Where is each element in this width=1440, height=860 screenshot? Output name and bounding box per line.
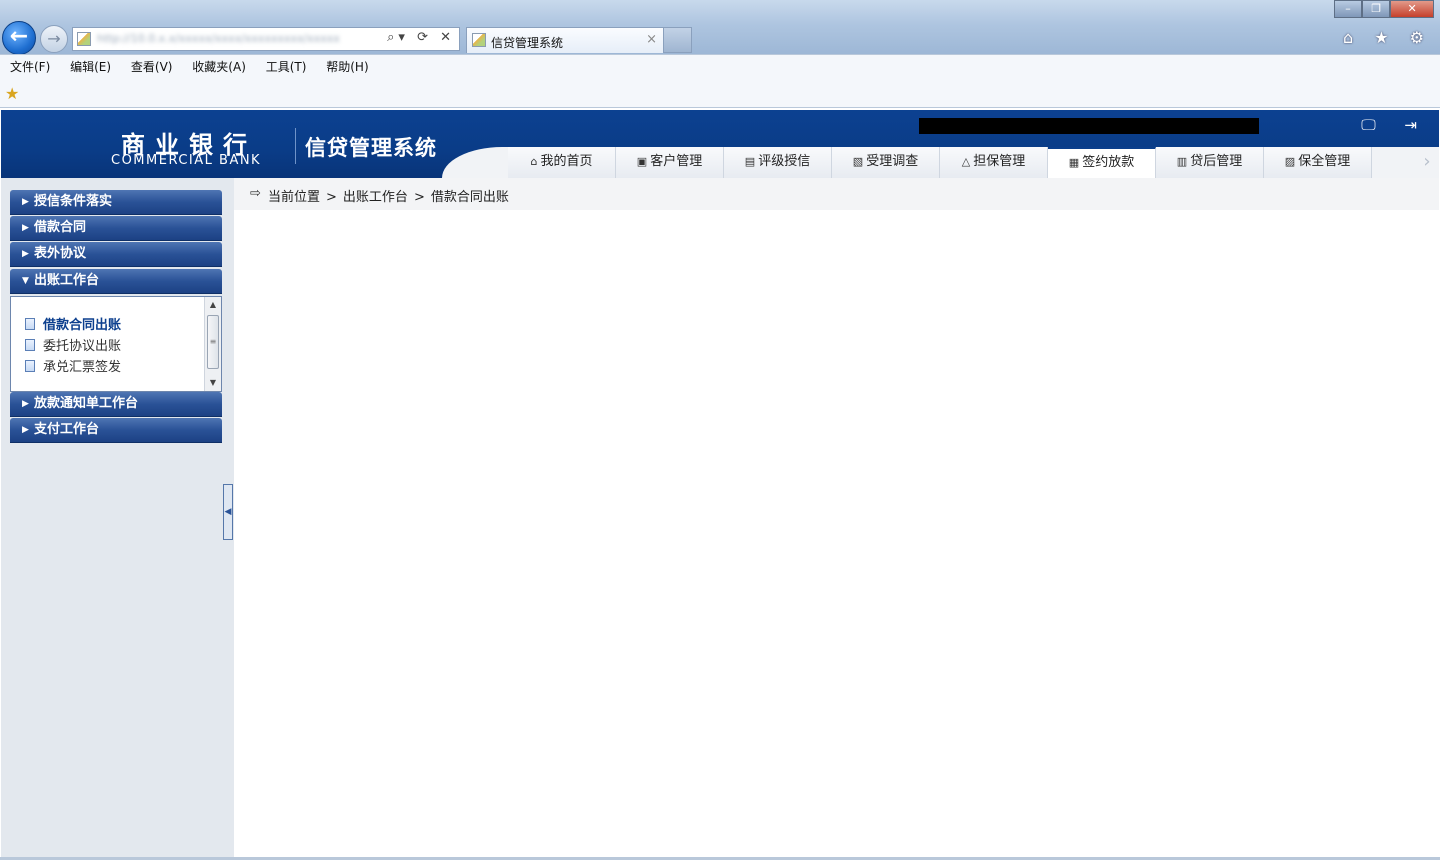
- browser-menubar: 文件(F) 编辑(E) 查看(V) 收藏夹(A) 工具(T) 帮助(H): [0, 54, 1440, 81]
- menu-favorites[interactable]: 收藏夹(A): [192, 55, 246, 80]
- rating-icon: ▤: [744, 155, 756, 168]
- tab-rating-credit[interactable]: ▤ 评级授信: [724, 147, 832, 178]
- scroll-up-icon[interactable]: ▲: [205, 297, 221, 313]
- browser-home-fav-settings-icons[interactable]: ⌂ ★ ⚙: [1343, 28, 1432, 47]
- section-label: 借款合同: [34, 220, 87, 235]
- breadcrumb-current: 借款合同出账: [430, 190, 509, 205]
- expand-arrow-icon: ▶: [22, 399, 29, 409]
- collapse-arrow-icon: ▼: [22, 276, 29, 286]
- menu-tools[interactable]: 工具(T): [266, 55, 307, 80]
- address-tools[interactable]: ⌕▾ ⟳ ✕: [387, 30, 455, 45]
- forward-button[interactable]: →: [40, 25, 68, 53]
- expand-arrow-icon: ▶: [22, 249, 29, 259]
- tab-guarantee-management[interactable]: △ 担保管理: [940, 147, 1048, 178]
- expand-arrow-icon: ▶: [22, 425, 29, 435]
- contract-icon: ▦: [1068, 156, 1080, 169]
- sidebar-item-acceptance-bill[interactable]: 承兑汇票签发: [25, 356, 121, 375]
- item-label: 承兑汇票签发: [43, 360, 122, 375]
- module-tabs: ⌂ 我的首页 ▣ 客户管理 ▤ 评级授信 ▧ 受理调查 △ 担保管理 ▦ 签约放款 ▥ 贷后管…: [442, 147, 1439, 178]
- post-loan-icon: ▥: [1176, 155, 1188, 168]
- sidebar-section-loan-notice[interactable]: ▶ 放款通知单工作台: [10, 392, 222, 417]
- item-label: 借款合同出账: [43, 318, 122, 333]
- main-content: ⇨ 当前位置 > 出账工作台 > 借款合同出账: [234, 178, 1439, 858]
- sidebar-collapse-handle[interactable]: ◀: [223, 484, 233, 540]
- browser-tab[interactable]: 信贷管理系统 ×: [466, 27, 664, 53]
- breadcrumb-bar: ⇨ 当前位置 > 出账工作台 > 借款合同出账: [234, 178, 1439, 210]
- add-favorite-star-icon[interactable]: ★: [5, 84, 19, 103]
- section-label: 支付工作台: [34, 422, 100, 437]
- tab-title: 信贷管理系统: [491, 36, 564, 50]
- menu-edit[interactable]: 编辑(E): [70, 55, 111, 80]
- document-icon: [25, 360, 35, 372]
- tab-label: 受理调查: [866, 154, 919, 169]
- tab-close-icon[interactable]: ×: [646, 32, 657, 47]
- breadcrumb: 当前位置 > 出账工作台 > 借款合同出账: [268, 186, 509, 205]
- sidebar-section-off-balance[interactable]: ▶ 表外协议: [10, 242, 222, 267]
- sidebar-item-entrust-agreement[interactable]: 委托协议出账: [25, 335, 121, 354]
- breadcrumb-item[interactable]: 出账工作台: [343, 190, 408, 205]
- tab-post-loan[interactable]: ▥ 贷后管理: [1156, 147, 1264, 178]
- section-label: 放款通知单工作台: [34, 396, 139, 411]
- document-icon: [25, 339, 35, 351]
- maximize-button[interactable]: ❐: [1362, 0, 1391, 18]
- breadcrumb-separator: >: [413, 190, 425, 205]
- menu-view[interactable]: 查看(V): [131, 55, 173, 80]
- item-label: 委托协议出账: [43, 339, 122, 354]
- menu-help[interactable]: 帮助(H): [326, 55, 368, 80]
- home-icon: ⌂: [530, 155, 538, 168]
- breadcrumb-prefix: 当前位置: [268, 190, 321, 205]
- tab-label: 担保管理: [973, 154, 1026, 169]
- sidebar-section-loan-contract[interactable]: ▶ 借款合同: [10, 216, 222, 241]
- new-tab-button[interactable]: [664, 27, 692, 53]
- header-monitor-logout-icons[interactable]: 🖵 ⇥: [1361, 116, 1429, 134]
- expand-arrow-icon: ▶: [22, 197, 29, 207]
- scroll-thumb[interactable]: ≡: [207, 315, 219, 369]
- sidebar-section-credit-conditions[interactable]: ▶ 授信条件落实: [10, 190, 222, 215]
- section-label: 表外协议: [34, 246, 87, 261]
- page-favicon-icon: [77, 32, 91, 46]
- browser-titlebar: ← → http://10.0.x.x/xxxxx/xxxx/xxxxxxxxx…: [0, 0, 1440, 55]
- back-button[interactable]: ←: [2, 21, 36, 55]
- favorites-bar: ★: [0, 81, 1440, 108]
- customer-icon: ▣: [636, 155, 648, 168]
- tab-label: 签约放款: [1082, 155, 1135, 170]
- menu-file[interactable]: 文件(F): [10, 55, 50, 80]
- section-label: 出账工作台: [34, 273, 100, 288]
- tab-label: 评级授信: [758, 154, 811, 169]
- redacted-user-info: [919, 118, 1259, 134]
- close-window-button[interactable]: ✕: [1390, 0, 1434, 18]
- tab-label: 我的首页: [540, 154, 593, 169]
- preservation-icon: ▨: [1284, 155, 1296, 168]
- tab-label: 贷后管理: [1190, 154, 1243, 169]
- tab-favicon-icon: [472, 33, 486, 47]
- sidebar-section-payment[interactable]: ▶ 支付工作台: [10, 418, 222, 443]
- sidebar-scrollbar[interactable]: ▲ ≡ ▼: [204, 297, 221, 391]
- tab-signing-disbursement[interactable]: ▦ 签约放款: [1048, 147, 1156, 178]
- window-controls: – ❐ ✕: [1334, 0, 1434, 18]
- address-url[interactable]: http://10.0.x.x/xxxxx/xxxx/xxxxxxxxx/xxx…: [97, 33, 369, 45]
- bank-logo-en: COMMERCIAL BANK: [111, 153, 262, 168]
- tab-label: 客户管理: [650, 154, 703, 169]
- location-icon: ⇨: [250, 186, 261, 201]
- tab-acceptance-survey[interactable]: ▧ 受理调查: [832, 147, 940, 178]
- sidebar-section-disbursement-desk[interactable]: ▼ 出账工作台: [10, 269, 222, 294]
- sidebar-section-items: 借款合同出账 委托协议出账 承兑汇票签发 ▲ ≡ ▼: [10, 296, 222, 392]
- tab-label: 保全管理: [1298, 154, 1351, 169]
- scroll-down-icon[interactable]: ▼: [205, 375, 221, 391]
- tabs-scroll-right-icon[interactable]: ›: [1415, 147, 1439, 178]
- tab-preservation[interactable]: ▨ 保全管理: [1264, 147, 1372, 178]
- breadcrumb-separator: >: [326, 190, 337, 205]
- tab-my-home[interactable]: ⌂ 我的首页: [508, 147, 616, 178]
- logo-divider: [295, 128, 296, 164]
- sidebar-item-loan-contract-disbursement[interactable]: 借款合同出账: [25, 314, 121, 333]
- system-name: 信贷管理系统: [305, 136, 437, 160]
- minimize-button[interactable]: –: [1334, 0, 1363, 18]
- document-icon: [25, 318, 35, 330]
- guarantee-icon: △: [961, 155, 971, 168]
- address-bar[interactable]: http://10.0.x.x/xxxxx/xxxx/xxxxxxxxx/xxx…: [72, 27, 460, 51]
- expand-arrow-icon: ▶: [22, 223, 29, 233]
- survey-icon: ▧: [852, 155, 864, 168]
- tab-customer-management[interactable]: ▣ 客户管理: [616, 147, 724, 178]
- section-label: 授信条件落实: [34, 194, 113, 209]
